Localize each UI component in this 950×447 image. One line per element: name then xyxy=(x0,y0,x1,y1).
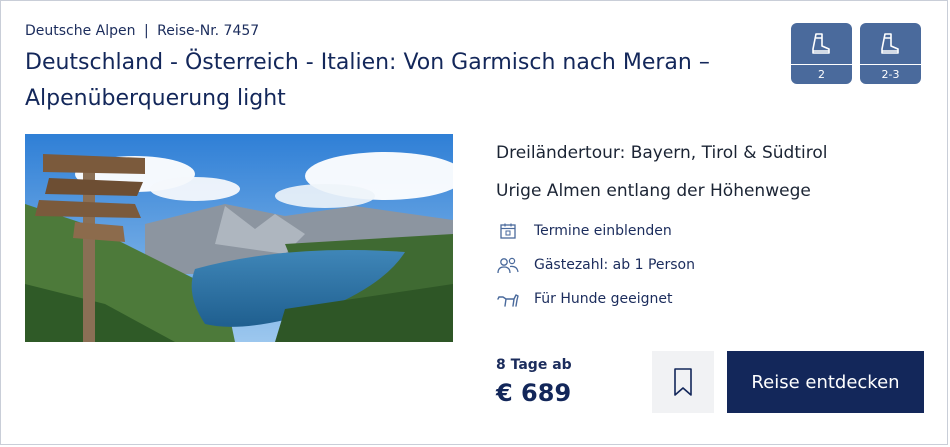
tour-info: Dreiländertour: Bayern, Tirol & Südtirol… xyxy=(496,141,916,321)
bookmark-icon xyxy=(674,368,692,396)
bookmark-button[interactable] xyxy=(652,351,714,413)
difficulty-badge-hiking[interactable]: 2 xyxy=(791,23,852,84)
difficulty-badge-fitness[interactable]: 2-3 xyxy=(860,23,921,84)
dog-icon xyxy=(497,294,519,307)
calendar-icon xyxy=(500,223,516,239)
group-icon xyxy=(497,257,519,274)
feature-label: Gästezahl: ab 1 Person xyxy=(534,257,695,273)
breadcrumb-separator: | xyxy=(143,23,149,39)
hiking-boot-icon xyxy=(811,32,830,54)
feature-group-size: Gästezahl: ab 1 Person xyxy=(496,253,916,277)
feature-dogs: Für Hunde geeignet xyxy=(496,287,916,311)
hiking-boot-icon xyxy=(880,32,899,54)
feature-dates[interactable]: Termine einblenden xyxy=(496,219,916,243)
trip-number: Reise-Nr. 7457 xyxy=(157,23,260,39)
difficulty-fitness-level: 2-3 xyxy=(860,64,921,84)
difficulty-hiking-level: 2 xyxy=(791,64,852,84)
discover-trip-button[interactable]: Reise entdecken xyxy=(727,351,924,413)
tour-card: Deutsche Alpen | Reise-Nr. 7457 Deutschl… xyxy=(0,0,948,445)
highlight-item: Dreiländertour: Bayern, Tirol & Südtirol xyxy=(496,143,828,163)
feature-label: Für Hunde geeignet xyxy=(534,291,673,307)
alpine-lake-image xyxy=(25,134,453,342)
difficulty-badges: 2 2-3 xyxy=(791,23,921,84)
feature-label: Termine einblenden xyxy=(534,223,672,239)
duration-label: 8 Tage ab xyxy=(496,357,572,373)
region-label: Deutsche Alpen xyxy=(25,23,136,39)
price: € 689 xyxy=(496,379,572,407)
tour-photo[interactable] xyxy=(25,134,453,342)
highlight-item: Urige Almen entlang der Höhenwege xyxy=(496,181,811,201)
tour-title[interactable]: Deutschland - Österreich - Italien: Von … xyxy=(25,45,765,117)
breadcrumb: Deutsche Alpen | Reise-Nr. 7457 xyxy=(25,23,259,39)
